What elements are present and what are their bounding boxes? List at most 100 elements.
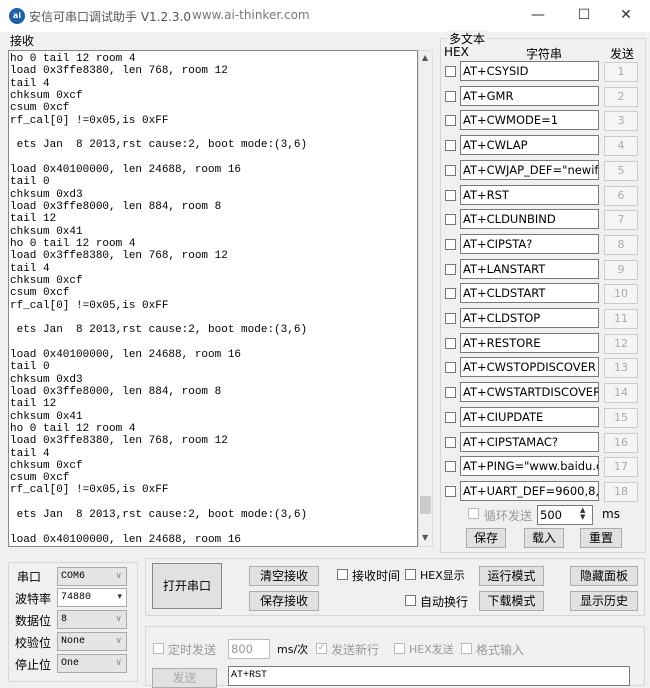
send-button[interactable]: 发送 bbox=[152, 668, 217, 688]
command-input[interactable]: AT+CWLAP bbox=[460, 135, 599, 156]
format-input-checkbox[interactable] bbox=[461, 643, 472, 654]
receive-textarea[interactable]: ho 0 tail 12 room 4 load 0x3ffe8380, len … bbox=[8, 50, 418, 547]
command-input[interactable]: AT+RST bbox=[460, 184, 599, 205]
ms-label: ms bbox=[602, 507, 620, 521]
parity-select[interactable]: None ∨ bbox=[57, 632, 127, 651]
row-hex-checkbox[interactable] bbox=[445, 115, 456, 127]
receive-time-checkbox[interactable] bbox=[337, 569, 348, 580]
data-bits-label: 数据位 bbox=[15, 614, 52, 628]
row-hex-checkbox[interactable] bbox=[445, 288, 456, 300]
interval-spinner-icon[interactable]: ▲ ▼ bbox=[580, 507, 585, 521]
row-hex-checkbox[interactable] bbox=[445, 485, 456, 497]
command-input[interactable]: AT+CIPSTAMAC? bbox=[460, 431, 599, 452]
command-input[interactable]: AT+UART_DEF=9600,8,1, bbox=[460, 480, 599, 501]
send-row-button[interactable]: 15 bbox=[604, 407, 638, 428]
download-mode-button[interactable]: 下载模式 bbox=[479, 591, 544, 611]
row-hex-checkbox[interactable] bbox=[445, 411, 456, 423]
send-row-button[interactable]: 4 bbox=[604, 136, 638, 157]
send-row-button[interactable]: 11 bbox=[604, 309, 638, 329]
send-input[interactable]: AT+RST bbox=[228, 666, 630, 686]
send-row-button[interactable]: 1 bbox=[604, 62, 638, 82]
send-row-button[interactable]: 18 bbox=[604, 481, 638, 502]
row-hex-checkbox[interactable] bbox=[445, 313, 456, 324]
title-bar: ai 安信可串口调试助手 V1.2.3.0 www.ai-thinker.com… bbox=[0, 0, 650, 32]
send-row-button[interactable]: 10 bbox=[604, 284, 638, 305]
maximize-button[interactable]: ☐ bbox=[564, 4, 604, 26]
period-unit-label: ms/次 bbox=[277, 643, 309, 656]
save-receive-button[interactable]: 保存接收 bbox=[249, 591, 319, 611]
load-multi-button[interactable]: 载入 bbox=[524, 528, 564, 548]
command-input[interactable]: AT+CLDUNBIND bbox=[460, 209, 599, 230]
clear-receive-button[interactable]: 清空接收 bbox=[249, 566, 319, 586]
show-history-button[interactable]: 显示历史 bbox=[570, 591, 638, 611]
scroll-up-icon[interactable]: ▲ bbox=[422, 53, 428, 62]
command-input[interactable]: AT+CWMODE=1 bbox=[460, 110, 599, 131]
command-input[interactable]: AT+LANSTART bbox=[460, 258, 599, 279]
receive-scrollbar[interactable]: ▲ ▼ bbox=[418, 50, 433, 547]
send-newline-checkbox[interactable]: ✓ bbox=[316, 643, 327, 654]
reset-multi-button[interactable]: 重置 bbox=[580, 528, 622, 548]
send-row-button[interactable]: 5 bbox=[604, 160, 638, 181]
run-mode-button[interactable]: 运行模式 bbox=[479, 566, 544, 586]
format-input-label: 格式输入 bbox=[476, 643, 525, 657]
row-hex-checkbox[interactable] bbox=[445, 214, 456, 226]
send-row-button[interactable]: 17 bbox=[604, 457, 638, 478]
port-select[interactable]: COM6 ∨ bbox=[57, 567, 127, 586]
receive-line: tail 0 bbox=[10, 361, 50, 374]
send-row-button[interactable]: 14 bbox=[604, 383, 638, 404]
hex-display-label: HEX显示 bbox=[420, 569, 465, 582]
send-row-button[interactable]: 7 bbox=[604, 210, 638, 231]
command-input[interactable]: AT+CWJAP_DEF="newifi_ bbox=[460, 159, 599, 180]
command-input[interactable]: AT+CSYSID bbox=[460, 61, 599, 81]
row-hex-checkbox[interactable] bbox=[445, 461, 456, 473]
row-hex-checkbox[interactable] bbox=[445, 90, 456, 102]
loop-send-checkbox[interactable] bbox=[468, 508, 479, 519]
command-input[interactable]: AT+CIPSTA? bbox=[460, 233, 599, 254]
port-value: COM6 bbox=[61, 571, 86, 582]
command-input[interactable]: AT+GMR bbox=[460, 85, 599, 106]
command-input[interactable]: AT+CLDSTART bbox=[460, 283, 599, 304]
stop-bits-select[interactable]: One ∨ bbox=[57, 654, 127, 673]
save-multi-button[interactable]: 保存 bbox=[466, 528, 506, 548]
hex-display-checkbox[interactable] bbox=[405, 569, 416, 580]
command-input[interactable]: AT+RESTORE bbox=[460, 332, 599, 353]
command-input[interactable]: AT+CIUPDATE bbox=[460, 406, 599, 427]
row-hex-checkbox[interactable] bbox=[445, 362, 456, 374]
send-row-button[interactable]: 6 bbox=[604, 185, 638, 206]
receive-line: chksum 0x41 bbox=[10, 410, 83, 423]
row-hex-checkbox[interactable] bbox=[445, 140, 456, 152]
row-hex-checkbox[interactable] bbox=[445, 238, 456, 250]
receive-line bbox=[10, 497, 417, 509]
command-input[interactable]: AT+PING="www.baidu.cor bbox=[460, 456, 599, 477]
send-row-button[interactable]: 2 bbox=[604, 86, 638, 107]
row-hex-checkbox[interactable] bbox=[445, 387, 456, 399]
scroll-down-icon[interactable]: ▼ bbox=[422, 533, 428, 542]
row-hex-checkbox[interactable] bbox=[445, 337, 456, 349]
send-row-button[interactable]: 13 bbox=[604, 358, 638, 379]
command-input[interactable]: AT+CWSTARTDISCOVER= bbox=[460, 382, 599, 403]
hex-send-checkbox[interactable] bbox=[394, 643, 405, 654]
scroll-thumb[interactable] bbox=[420, 496, 431, 514]
row-hex-checkbox[interactable] bbox=[445, 263, 456, 275]
command-input[interactable]: AT+CWSTOPDISCOVER bbox=[460, 357, 599, 378]
auto-wrap-checkbox[interactable] bbox=[405, 595, 416, 606]
send-row-button[interactable]: 9 bbox=[604, 259, 638, 280]
hide-panel-button[interactable]: 隐藏面板 bbox=[570, 566, 638, 586]
data-bits-select[interactable]: 8 ∨ bbox=[57, 610, 127, 629]
row-hex-checkbox[interactable] bbox=[445, 164, 456, 176]
timed-send-checkbox[interactable] bbox=[153, 643, 164, 654]
minimize-button[interactable]: — bbox=[518, 4, 558, 26]
close-button[interactable]: ✕ bbox=[606, 4, 646, 26]
open-port-button[interactable]: 打开串口 bbox=[152, 563, 222, 609]
receive-line bbox=[10, 152, 417, 164]
send-row-button[interactable]: 8 bbox=[604, 234, 638, 255]
row-hex-checkbox[interactable] bbox=[445, 189, 456, 201]
row-hex-checkbox[interactable] bbox=[445, 436, 456, 448]
send-row-button[interactable]: 12 bbox=[604, 333, 638, 354]
send-period-input[interactable]: 800 bbox=[228, 639, 270, 659]
send-row-button[interactable]: 16 bbox=[604, 432, 638, 453]
baud-select[interactable]: 74880 ▾ bbox=[57, 588, 127, 607]
row-hex-checkbox[interactable] bbox=[445, 66, 456, 77]
command-input[interactable]: AT+CLDSTOP bbox=[460, 308, 599, 328]
send-row-button[interactable]: 3 bbox=[604, 111, 638, 132]
